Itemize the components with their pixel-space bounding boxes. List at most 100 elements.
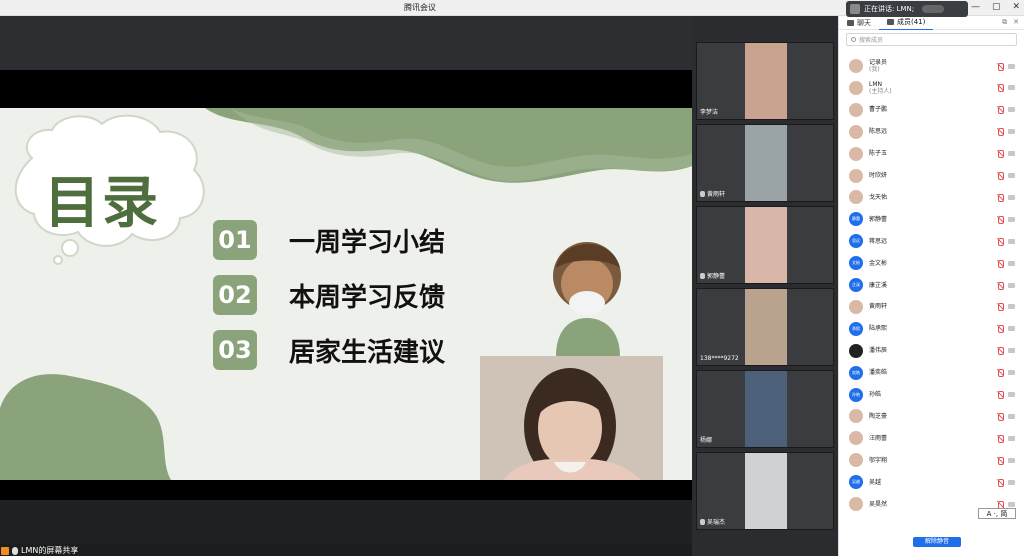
muted-microphone-icon[interactable] bbox=[997, 84, 1004, 93]
tab-members[interactable]: 成员(41) bbox=[879, 16, 934, 30]
tab-chat[interactable]: 聊天 bbox=[839, 16, 879, 30]
video-tile[interactable]: 吴瑞杰 bbox=[696, 452, 834, 530]
member-row[interactable]: 芷溪 康芷溪 bbox=[849, 275, 1015, 295]
member-name-block: 邬宇翔 bbox=[869, 457, 887, 464]
muted-microphone-icon[interactable] bbox=[997, 237, 1004, 246]
speaking-label: 正在讲话: LMN; bbox=[864, 5, 915, 13]
camera-icon[interactable] bbox=[1008, 501, 1015, 507]
avatar bbox=[849, 102, 863, 117]
member-row[interactable]: 吴越 吴越 bbox=[849, 472, 1015, 492]
member-row[interactable]: 奕皓 潘奕皓 bbox=[849, 363, 1015, 383]
member-name-block: 郭静蕾 bbox=[869, 216, 887, 223]
muted-microphone-icon[interactable] bbox=[997, 193, 1004, 202]
muted-microphone-icon[interactable] bbox=[997, 500, 1004, 509]
camera-icon[interactable] bbox=[1008, 216, 1015, 222]
camera-icon[interactable] bbox=[1008, 151, 1015, 157]
member-row[interactable]: 静蕾 郭静蕾 bbox=[849, 209, 1015, 229]
member-search-input[interactable]: 搜索成员 bbox=[846, 33, 1017, 46]
unmute-all-button[interactable]: 解除静音 bbox=[913, 537, 961, 547]
camera-icon[interactable] bbox=[1008, 413, 1015, 419]
camera-icon[interactable] bbox=[1008, 238, 1015, 244]
camera-icon[interactable] bbox=[1008, 326, 1015, 332]
camera-icon[interactable] bbox=[1008, 457, 1015, 463]
close-panel-icon[interactable]: ✕ bbox=[1013, 18, 1019, 27]
close-icon[interactable]: ✕ bbox=[1012, 2, 1020, 12]
muted-microphone-icon[interactable] bbox=[997, 303, 1004, 312]
participant-video bbox=[745, 371, 787, 447]
avatar: 芷溪 bbox=[849, 278, 863, 292]
camera-icon[interactable] bbox=[1008, 304, 1015, 310]
camera-icon[interactable] bbox=[1008, 173, 1015, 178]
video-tile[interactable]: 杨娜 bbox=[696, 370, 834, 448]
member-row[interactable]: 陶芝豪 bbox=[849, 406, 1015, 426]
ime-label: A ·, 简 bbox=[986, 509, 1008, 518]
muted-microphone-icon[interactable] bbox=[997, 172, 1004, 180]
member-status-icons bbox=[997, 303, 1015, 312]
member-row[interactable]: 邬宇翔 bbox=[849, 450, 1015, 470]
video-tile[interactable]: 李梦洁 bbox=[696, 42, 834, 120]
member-row[interactable]: 孙皓 孙皓 bbox=[849, 385, 1015, 405]
ime-indicator[interactable]: A ·, 简 bbox=[978, 508, 1016, 519]
member-row[interactable]: 承熙 陆承熙 bbox=[849, 319, 1015, 339]
minimize-icon[interactable]: — bbox=[971, 2, 980, 12]
video-tile[interactable]: 138****9272 bbox=[696, 288, 834, 366]
camera-icon[interactable] bbox=[1008, 435, 1015, 441]
muted-microphone-icon[interactable] bbox=[997, 281, 1004, 290]
muted-microphone-icon[interactable] bbox=[997, 128, 1004, 137]
member-row[interactable]: 思远 蒋思远 bbox=[849, 231, 1015, 251]
muted-microphone-icon[interactable] bbox=[997, 456, 1004, 465]
muted-microphone-icon[interactable] bbox=[997, 347, 1004, 356]
member-row[interactable]: 陈思远 bbox=[849, 122, 1015, 142]
member-name: 吴越 bbox=[869, 478, 882, 486]
share-label[interactable]: LMN的屏幕共享 bbox=[1, 545, 78, 556]
avatar: 吴越 bbox=[849, 475, 863, 490]
video-tile[interactable]: 郭静蕾 bbox=[696, 206, 834, 284]
member-row[interactable]: 时欣妍 bbox=[849, 166, 1015, 186]
camera-icon[interactable] bbox=[1008, 260, 1015, 266]
muted-microphone-icon[interactable] bbox=[997, 325, 1004, 334]
participant-name: 138****9272 bbox=[700, 355, 739, 362]
video-tile[interactable]: 黄雨轩 bbox=[696, 124, 834, 202]
popout-icon[interactable]: ⧉ bbox=[1002, 18, 1007, 27]
member-row[interactable]: 戈天佑 bbox=[849, 187, 1015, 207]
screen-share-area: 目录 01 一周学习小结 02 本周学习反馈 03 居家生活建议 bbox=[0, 16, 692, 546]
member-row[interactable]: LMN (主持人) bbox=[849, 78, 1015, 98]
camera-icon[interactable] bbox=[1008, 63, 1015, 69]
member-row[interactable]: 曹子鹏 bbox=[849, 100, 1015, 120]
member-status-icons bbox=[997, 281, 1015, 290]
camera-icon[interactable] bbox=[1008, 129, 1015, 135]
member-status-icons bbox=[997, 478, 1015, 487]
muted-microphone-icon[interactable] bbox=[997, 62, 1004, 71]
member-row[interactable]: 汪雨蕾 bbox=[849, 428, 1015, 448]
member-row[interactable]: 黄雨轩 bbox=[849, 297, 1015, 317]
maximize-icon[interactable]: ▢ bbox=[992, 2, 1001, 12]
camera-icon[interactable] bbox=[1008, 392, 1015, 397]
member-name: 记录员 bbox=[869, 59, 888, 66]
camera-icon[interactable] bbox=[1008, 282, 1015, 288]
camera-icon[interactable] bbox=[1008, 370, 1015, 376]
camera-icon[interactable] bbox=[1008, 85, 1015, 91]
member-name: 潘奕皓 bbox=[869, 369, 888, 377]
muted-microphone-icon[interactable] bbox=[997, 478, 1004, 487]
muted-microphone-icon[interactable] bbox=[997, 150, 1004, 159]
member-row[interactable]: 文彬 金文彬 bbox=[849, 253, 1015, 273]
camera-icon[interactable] bbox=[1008, 348, 1015, 354]
participant-name: 李梦洁 bbox=[700, 109, 719, 116]
muted-microphone-icon[interactable] bbox=[997, 106, 1004, 115]
member-name-block: 陶芝豪 bbox=[869, 413, 887, 420]
muted-microphone-icon[interactable] bbox=[997, 369, 1004, 378]
camera-icon[interactable] bbox=[1008, 107, 1015, 113]
camera-icon[interactable] bbox=[1008, 194, 1015, 200]
camera-icon[interactable] bbox=[1008, 479, 1015, 485]
muted-microphone-icon[interactable] bbox=[997, 215, 1004, 224]
member-name-block: 曹子鹏 bbox=[869, 106, 887, 113]
microphone-icon bbox=[700, 272, 705, 279]
muted-microphone-icon[interactable] bbox=[997, 391, 1004, 399]
agenda-number: 03 bbox=[213, 330, 257, 370]
muted-microphone-icon[interactable] bbox=[997, 259, 1004, 268]
muted-microphone-icon[interactable] bbox=[997, 412, 1004, 421]
member-row[interactable]: 记录员 (我) bbox=[849, 56, 1015, 76]
member-row[interactable]: 陈子玉 bbox=[849, 144, 1015, 164]
member-row[interactable]: 潘伟辰 bbox=[849, 341, 1015, 361]
muted-microphone-icon[interactable] bbox=[997, 434, 1004, 443]
